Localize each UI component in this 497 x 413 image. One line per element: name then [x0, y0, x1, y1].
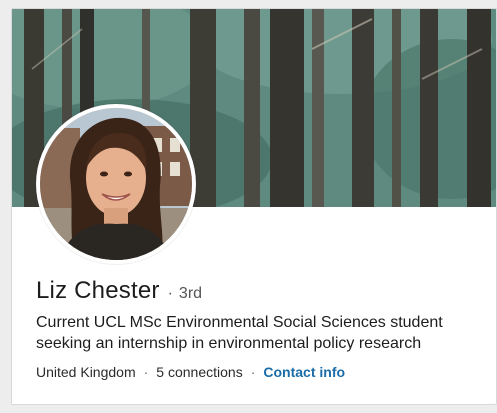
profile-card: Liz Chester · 3rd Current UCL MSc Enviro… [11, 8, 497, 405]
name-row: Liz Chester · 3rd [36, 277, 202, 305]
profile-headline: Current UCL MSc Environmental Social Sci… [36, 314, 443, 352]
meta-separator: · [250, 364, 256, 380]
meta-separator: · [143, 364, 149, 380]
avatar[interactable] [36, 104, 196, 264]
connection-degree-badge: 3rd [178, 285, 203, 302]
profile-photo [40, 108, 192, 260]
degree-separator: · [167, 285, 173, 302]
profile-name: Liz Chester [36, 277, 160, 304]
profile-meta-row: United Kingdom · 5 connections · Contact… [36, 364, 345, 380]
contact-info-link[interactable]: Contact info [263, 364, 345, 380]
connections-count[interactable]: 5 connections [156, 364, 242, 380]
profile-location: United Kingdom [36, 364, 136, 380]
